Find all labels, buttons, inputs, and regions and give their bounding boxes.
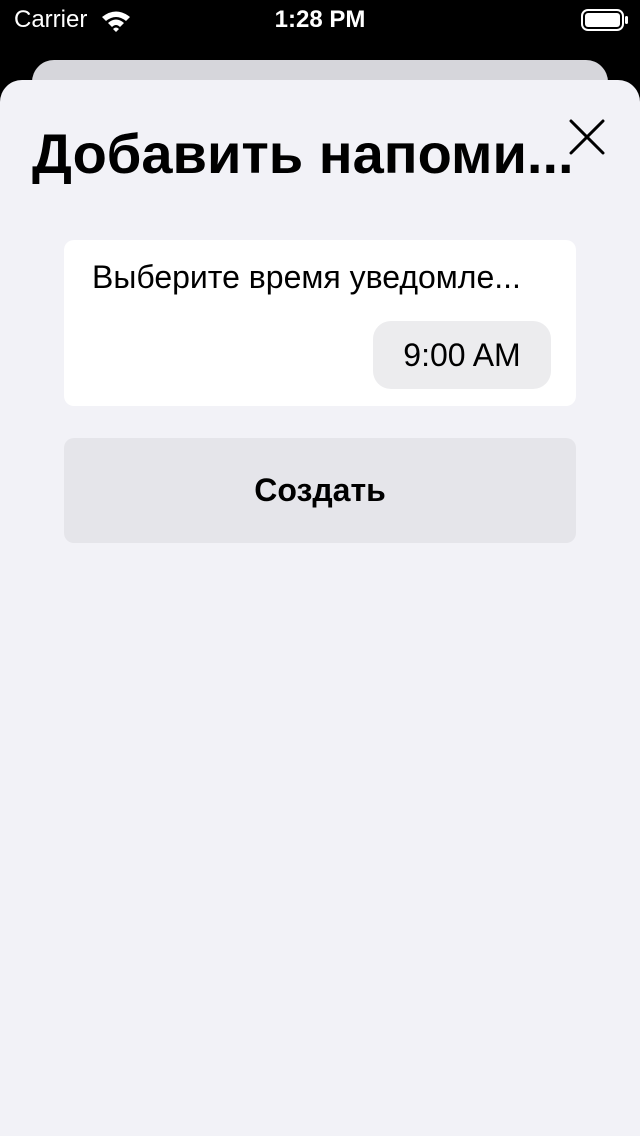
page-title: Добавить напоми... <box>32 122 574 185</box>
time-picker-button[interactable]: 9:00 AM <box>373 321 551 389</box>
time-picker-label: Выберите время уведомле... <box>92 259 521 295</box>
status-bar: Carrier 1:28 PM <box>0 0 640 40</box>
time-picker-card: Выберите время уведомле... 9:00 AM <box>64 240 576 406</box>
battery-icon <box>581 9 629 31</box>
create-button[interactable]: Создать <box>64 438 576 543</box>
reminder-sheet <box>0 80 640 1136</box>
status-time: 1:28 PM <box>274 6 366 33</box>
